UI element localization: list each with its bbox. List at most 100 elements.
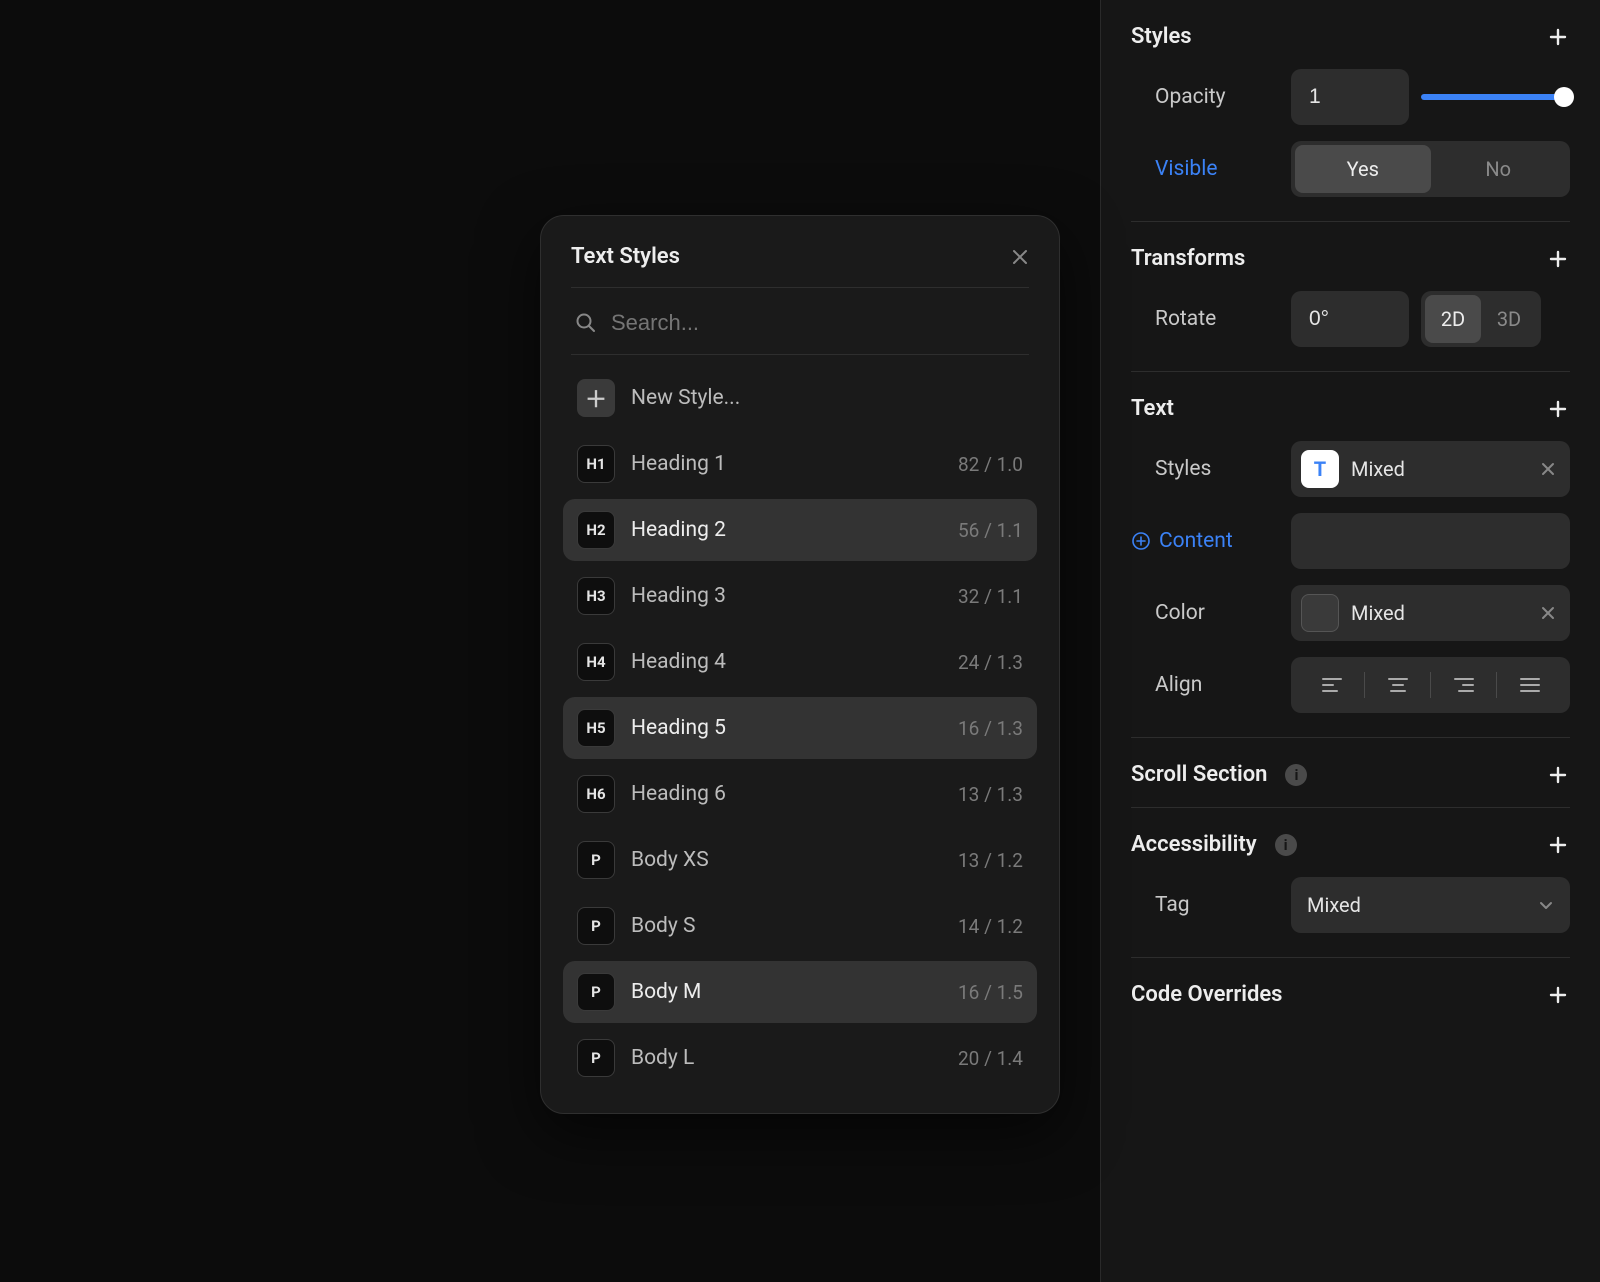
align-justify-button[interactable]: [1497, 667, 1562, 703]
style-meta: 16 / 1.5: [958, 981, 1023, 1004]
text-style-icon: T: [1301, 450, 1339, 488]
search-icon: [575, 312, 597, 334]
style-item[interactable]: P Body S 14 / 1.2: [563, 895, 1037, 957]
style-name: Body XS: [631, 848, 942, 872]
tag-select[interactable]: Mixed: [1291, 877, 1570, 933]
style-meta: 32 / 1.1: [958, 585, 1023, 608]
style-item[interactable]: P Body L 20 / 1.4: [563, 1027, 1037, 1089]
style-badge: P: [577, 973, 615, 1011]
accessibility-section: Accessibility i Tag Mixed: [1131, 832, 1570, 958]
add-style-button[interactable]: [1546, 25, 1570, 49]
opacity-label: Opacity: [1131, 85, 1291, 109]
align-center-button[interactable]: [1365, 667, 1430, 703]
style-badge: H5: [577, 709, 615, 747]
style-item[interactable]: H4 Heading 4 24 / 1.3: [563, 631, 1037, 693]
mode-2d[interactable]: 2D: [1425, 295, 1481, 343]
style-badge: H3: [577, 577, 615, 615]
visible-toggle[interactable]: Yes No: [1291, 141, 1570, 197]
text-style-value: Mixed: [1351, 457, 1524, 481]
style-name: Heading 5: [631, 716, 942, 740]
style-meta: 14 / 1.2: [958, 915, 1023, 938]
scroll-section: Scroll Section i: [1131, 762, 1570, 808]
code-title: Code Overrides: [1131, 982, 1283, 1007]
style-item[interactable]: H1 Heading 1 82 / 1.0: [563, 433, 1037, 495]
visible-label: Visible: [1131, 157, 1291, 181]
style-item[interactable]: H5 Heading 5 16 / 1.3: [563, 697, 1037, 759]
mode-3d[interactable]: 3D: [1481, 295, 1537, 343]
add-content-icon[interactable]: [1131, 531, 1151, 551]
style-item[interactable]: H6Heading 613 / 1.3: [563, 763, 1037, 825]
rotate-input[interactable]: [1291, 291, 1409, 347]
align-left-button[interactable]: [1299, 667, 1364, 703]
text-title: Text: [1131, 396, 1174, 421]
chevron-down-icon: [1538, 897, 1554, 913]
style-name: Heading 1: [631, 452, 942, 476]
style-meta: 16 / 1.3: [958, 717, 1023, 740]
style-badge: P: [577, 907, 615, 945]
code-overrides-section: Code Overrides: [1131, 982, 1570, 1031]
text-section: Text Styles T Mixed: [1131, 396, 1570, 738]
style-badge: H4: [577, 643, 615, 681]
style-meta: 20 / 1.4: [958, 1047, 1023, 1070]
add-accessibility-button[interactable]: [1546, 833, 1570, 857]
align-label: Align: [1131, 673, 1291, 697]
clear-color-icon[interactable]: [1536, 601, 1560, 625]
styles-title: Styles: [1131, 24, 1192, 49]
rotate-label: Rotate: [1131, 307, 1291, 331]
style-item[interactable]: P Body XS 13 / 1.2: [563, 829, 1037, 891]
style-badge: P: [577, 1039, 615, 1077]
styles-section: Styles Opacity Visible Yes No: [1131, 24, 1570, 222]
align-right-button[interactable]: [1431, 667, 1496, 703]
add-scroll-button[interactable]: [1546, 763, 1570, 787]
style-meta: 56 / 1.1: [958, 519, 1023, 542]
transforms-title: Transforms: [1131, 246, 1245, 271]
align-group: [1291, 657, 1570, 713]
style-name: Heading 3: [631, 584, 942, 608]
style-name: Heading 4: [631, 650, 942, 674]
tag-value: Mixed: [1307, 893, 1361, 917]
style-badge: H1: [577, 445, 615, 483]
color-swatch-icon: [1301, 594, 1339, 632]
style-item[interactable]: P Body M 16 / 1.5: [563, 961, 1037, 1023]
close-icon[interactable]: [1011, 248, 1029, 266]
info-icon[interactable]: i: [1275, 834, 1297, 856]
popover-title: Text Styles: [571, 244, 680, 269]
text-color-chip[interactable]: Mixed: [1291, 585, 1570, 641]
new-style-label: New Style...: [631, 386, 1023, 410]
style-badge: H2: [577, 511, 615, 549]
visible-no[interactable]: No: [1431, 145, 1567, 193]
style-name: Body S: [631, 914, 942, 938]
style-name: Body L: [631, 1046, 942, 1070]
style-item[interactable]: H2Heading 256 / 1.1: [563, 499, 1037, 561]
style-badge: P: [577, 841, 615, 879]
transform-mode-toggle[interactable]: 2D 3D: [1421, 291, 1541, 347]
add-code-override-button[interactable]: [1546, 983, 1570, 1007]
style-meta: 24 / 1.3: [958, 651, 1023, 674]
style-meta: 13 / 1.3: [958, 783, 1023, 806]
style-search-input[interactable]: [611, 310, 1025, 336]
style-meta: 13 / 1.2: [958, 849, 1023, 872]
add-transform-button[interactable]: [1546, 247, 1570, 271]
content-label: Content: [1159, 529, 1233, 553]
new-style-item[interactable]: ＋ New Style...: [563, 367, 1037, 429]
style-list: ＋ New Style... H1Heading 182 / 1.0H2Head…: [563, 367, 1037, 1089]
add-text-button[interactable]: [1546, 397, 1570, 421]
style-name: Heading 6: [631, 782, 942, 806]
clear-text-style-icon[interactable]: [1536, 457, 1560, 481]
inspector-panel: Styles Opacity Visible Yes No: [1100, 0, 1600, 1282]
scroll-title: Scroll Section: [1131, 762, 1267, 787]
color-label: Color: [1131, 601, 1291, 625]
style-meta: 82 / 1.0: [958, 453, 1023, 476]
opacity-input[interactable]: [1291, 69, 1409, 125]
text-style-chip[interactable]: T Mixed: [1291, 441, 1570, 497]
text-styles-popover: Text Styles ＋ New Style... H1 Heading 1 82…: [540, 215, 1060, 1114]
plus-icon: ＋: [577, 379, 615, 417]
style-name: Body M: [631, 980, 942, 1004]
opacity-slider[interactable]: [1421, 94, 1570, 100]
info-icon[interactable]: i: [1285, 764, 1307, 786]
style-item[interactable]: H3 Heading 3 32 / 1.1: [563, 565, 1037, 627]
content-input[interactable]: [1291, 513, 1570, 569]
visible-yes[interactable]: Yes: [1295, 145, 1431, 193]
color-value: Mixed: [1351, 601, 1524, 625]
transforms-section: Transforms Rotate 2D 3D: [1131, 246, 1570, 372]
